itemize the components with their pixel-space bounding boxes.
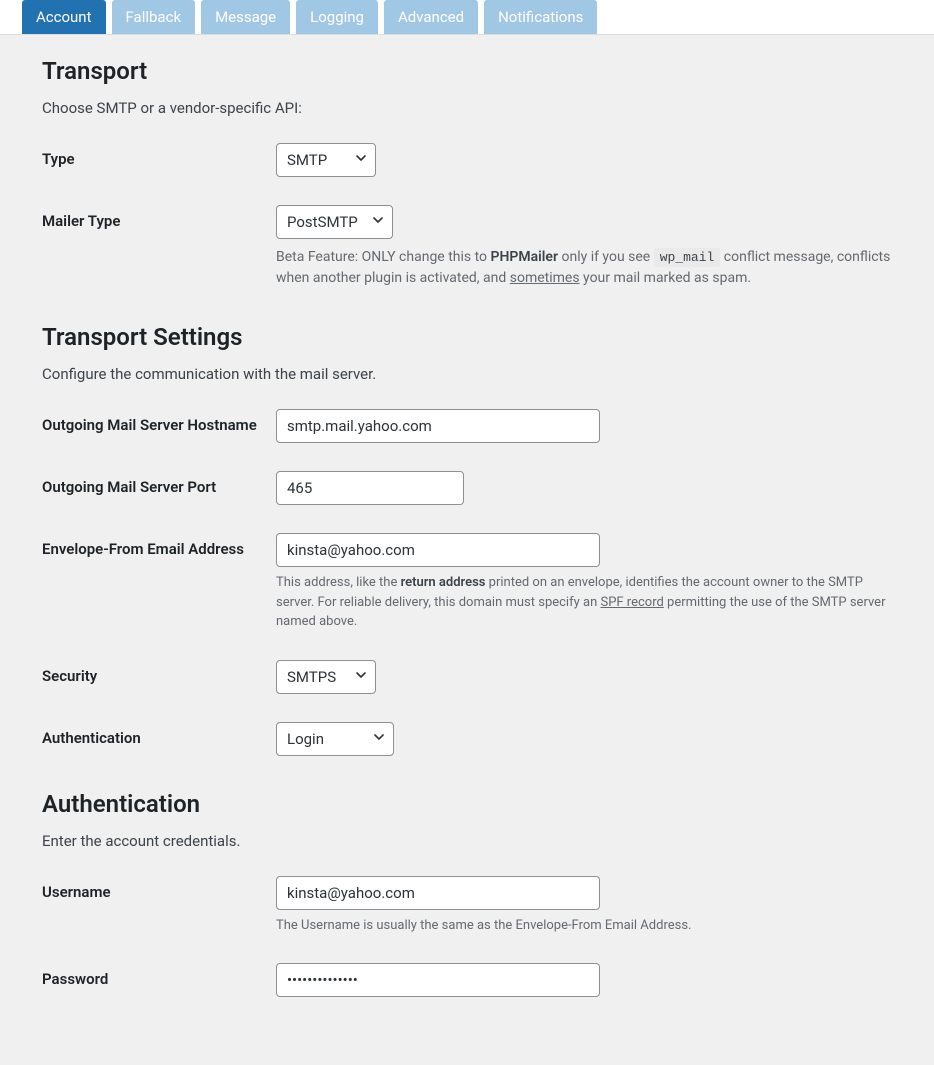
security-select[interactable]: SMTPS xyxy=(276,660,376,694)
envelope-help: This address, like the return address pr… xyxy=(276,573,892,632)
username-help: The Username is usually the same as the … xyxy=(276,916,892,936)
tab-notifications[interactable]: Notifications xyxy=(484,0,597,34)
authentication-heading: Authentication xyxy=(42,790,892,818)
tab-account[interactable]: Account xyxy=(22,0,106,34)
mailer-type-help: Beta Feature: ONLY change this to PHPMai… xyxy=(276,247,892,289)
transport-intro: Choose SMTP or a vendor-specific API: xyxy=(42,99,892,117)
envelope-input[interactable] xyxy=(276,533,600,567)
tab-fallback[interactable]: Fallback xyxy=(112,0,196,34)
port-label: Outgoing Mail Server Port xyxy=(42,471,276,497)
authentication-intro: Enter the account credentials. xyxy=(42,832,892,850)
tabs-nav: Account Fallback Message Logging Advance… xyxy=(0,0,934,35)
hostname-label: Outgoing Mail Server Hostname xyxy=(42,409,276,435)
transport-settings-heading: Transport Settings xyxy=(42,323,892,351)
type-label: Type xyxy=(42,143,276,169)
username-label: Username xyxy=(42,876,276,902)
username-input[interactable] xyxy=(276,876,600,910)
hostname-input[interactable] xyxy=(276,409,600,443)
authentication-select[interactable]: Login xyxy=(276,722,394,756)
envelope-label: Envelope-From Email Address xyxy=(42,533,276,559)
port-input[interactable] xyxy=(276,471,464,505)
tab-advanced[interactable]: Advanced xyxy=(384,0,478,34)
password-input[interactable] xyxy=(276,963,600,997)
security-label: Security xyxy=(42,660,276,686)
authentication-label: Authentication xyxy=(42,722,276,748)
mailer-type-label: Mailer Type xyxy=(42,205,276,231)
tab-logging[interactable]: Logging xyxy=(296,0,378,34)
tab-message[interactable]: Message xyxy=(201,0,290,34)
sometimes-link[interactable]: sometimes xyxy=(510,270,580,286)
mailer-type-select[interactable]: PostSMTP xyxy=(276,205,393,239)
transport-heading: Transport xyxy=(42,57,892,85)
password-label: Password xyxy=(42,963,276,989)
spf-record-link[interactable]: SPF record xyxy=(600,595,663,610)
type-select[interactable]: SMTP xyxy=(276,143,376,177)
transport-settings-intro: Configure the communication with the mai… xyxy=(42,365,892,383)
